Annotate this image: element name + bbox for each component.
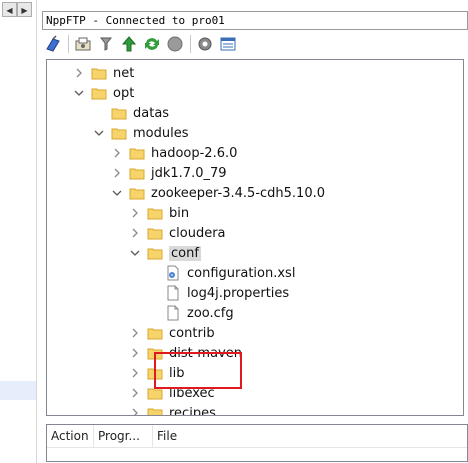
chevron-down-icon[interactable] bbox=[129, 247, 141, 259]
folder-icon bbox=[91, 65, 107, 81]
folder-icon bbox=[147, 225, 163, 241]
settings-icon[interactable] bbox=[194, 33, 216, 55]
folder-icon bbox=[111, 125, 127, 141]
tree-item-bin[interactable]: bin bbox=[129, 203, 189, 223]
tree-item-label: jdk1.7.0_79 bbox=[151, 165, 227, 181]
xsl-file-icon bbox=[165, 265, 181, 281]
file-icon bbox=[165, 285, 181, 301]
toolbar-separator bbox=[190, 35, 191, 53]
upload-filter-icon[interactable] bbox=[95, 33, 117, 55]
tree-item-label: recipes bbox=[169, 405, 216, 416]
side-pane: ◀ ▶ bbox=[0, 0, 37, 463]
tree-item-contrib[interactable]: contrib bbox=[129, 323, 215, 343]
folder-icon bbox=[129, 165, 145, 181]
tree-item-label: conf bbox=[169, 245, 201, 261]
tree-item-conf[interactable]: conf bbox=[129, 243, 201, 263]
download-icon[interactable] bbox=[72, 33, 94, 55]
scroll-left-icon[interactable]: ◀ bbox=[2, 2, 17, 17]
tree-item-net[interactable]: net bbox=[73, 63, 134, 83]
selected-row-strip bbox=[0, 381, 36, 400]
tree-item-label: contrib bbox=[169, 325, 215, 341]
chevron-right-icon[interactable] bbox=[73, 67, 85, 79]
tree-item-label: datas bbox=[133, 105, 170, 121]
scroll-right-icon[interactable]: ▶ bbox=[17, 2, 32, 17]
folder-icon bbox=[147, 205, 163, 221]
tree-item-label: configuration.xsl bbox=[187, 265, 296, 281]
tree-item-zookeeper[interactable]: zookeeper-3.4.5-cdh5.10.0 bbox=[111, 183, 325, 203]
tree-item-datas[interactable]: datas bbox=[93, 103, 169, 123]
folder-icon bbox=[147, 405, 163, 415]
connect-icon[interactable] bbox=[42, 33, 64, 55]
folder-icon bbox=[111, 105, 127, 121]
toolbar-separator bbox=[68, 35, 69, 53]
tree-item-label: bin bbox=[169, 205, 190, 221]
upload-icon[interactable] bbox=[118, 33, 140, 55]
tree-item-label: opt bbox=[113, 85, 135, 101]
transfer-queue: Action Progr... File bbox=[46, 424, 468, 462]
chevron-right-icon[interactable] bbox=[111, 147, 123, 159]
folder-icon bbox=[147, 245, 163, 261]
queue-header: Action Progr... File bbox=[47, 425, 467, 448]
abort-icon[interactable] bbox=[164, 33, 186, 55]
column-action[interactable]: Action bbox=[47, 425, 94, 447]
tree-item-hadoop[interactable]: hadoop-2.6.0 bbox=[111, 143, 237, 163]
chevron-down-icon[interactable] bbox=[111, 187, 123, 199]
panel-title: NppFTP - Connected to pro01 bbox=[42, 11, 468, 30]
tree-item-jdk[interactable]: jdk1.7.0_79 bbox=[111, 163, 227, 183]
tree-item-label: log4j.properties bbox=[187, 285, 290, 301]
column-file[interactable]: File bbox=[153, 425, 417, 447]
message-window-icon[interactable] bbox=[217, 33, 239, 55]
chevron-right-icon[interactable] bbox=[129, 327, 141, 339]
tree-item-cloudera[interactable]: cloudera bbox=[129, 223, 226, 243]
chevron-right-icon[interactable] bbox=[129, 347, 141, 359]
tree-item-opt[interactable]: opt bbox=[73, 83, 134, 103]
nppftp-panel: NppFTP - Connected to pro01 net opt data… bbox=[40, 0, 468, 463]
toolbar bbox=[42, 31, 468, 57]
refresh-icon[interactable] bbox=[141, 33, 163, 55]
tree-item-label: modules bbox=[133, 125, 189, 141]
tree-item-log4j-properties[interactable]: log4j.properties bbox=[147, 283, 289, 303]
file-icon bbox=[165, 305, 181, 321]
folder-icon bbox=[129, 145, 145, 161]
chevron-right-icon[interactable] bbox=[111, 167, 123, 179]
chevron-down-icon[interactable] bbox=[93, 127, 105, 139]
chevron-right-icon[interactable] bbox=[129, 387, 141, 399]
tree-item-configuration-xsl[interactable]: configuration.xsl bbox=[147, 263, 295, 283]
tree-item-label: zoo.cfg bbox=[187, 305, 234, 321]
chevron-right-icon[interactable] bbox=[129, 227, 141, 239]
chevron-down-icon[interactable] bbox=[73, 87, 85, 99]
folder-icon bbox=[129, 185, 145, 201]
folder-icon bbox=[91, 85, 107, 101]
tree-item-modules[interactable]: modules bbox=[93, 123, 189, 143]
annotation-highlight-box bbox=[154, 352, 242, 389]
tree-item-label: hadoop-2.6.0 bbox=[151, 145, 238, 161]
tree-item-zoo-cfg[interactable]: zoo.cfg bbox=[147, 303, 234, 323]
remote-file-tree[interactable]: net opt datas modules hadoop-2.6.0 jdk1.… bbox=[46, 59, 464, 416]
tree-item-label: zookeeper-3.4.5-cdh5.10.0 bbox=[151, 185, 326, 201]
column-progress[interactable]: Progr... bbox=[94, 425, 153, 447]
tab-scroll-arrows: ◀ ▶ bbox=[2, 2, 32, 17]
chevron-right-icon[interactable] bbox=[129, 207, 141, 219]
chevron-right-icon[interactable] bbox=[129, 407, 141, 415]
tree-item-label: net bbox=[113, 65, 135, 81]
chevron-right-icon[interactable] bbox=[129, 367, 141, 379]
tree-item-recipes[interactable]: recipes bbox=[129, 403, 216, 416]
tree-item-label: cloudera bbox=[169, 225, 226, 241]
folder-icon bbox=[147, 325, 163, 341]
